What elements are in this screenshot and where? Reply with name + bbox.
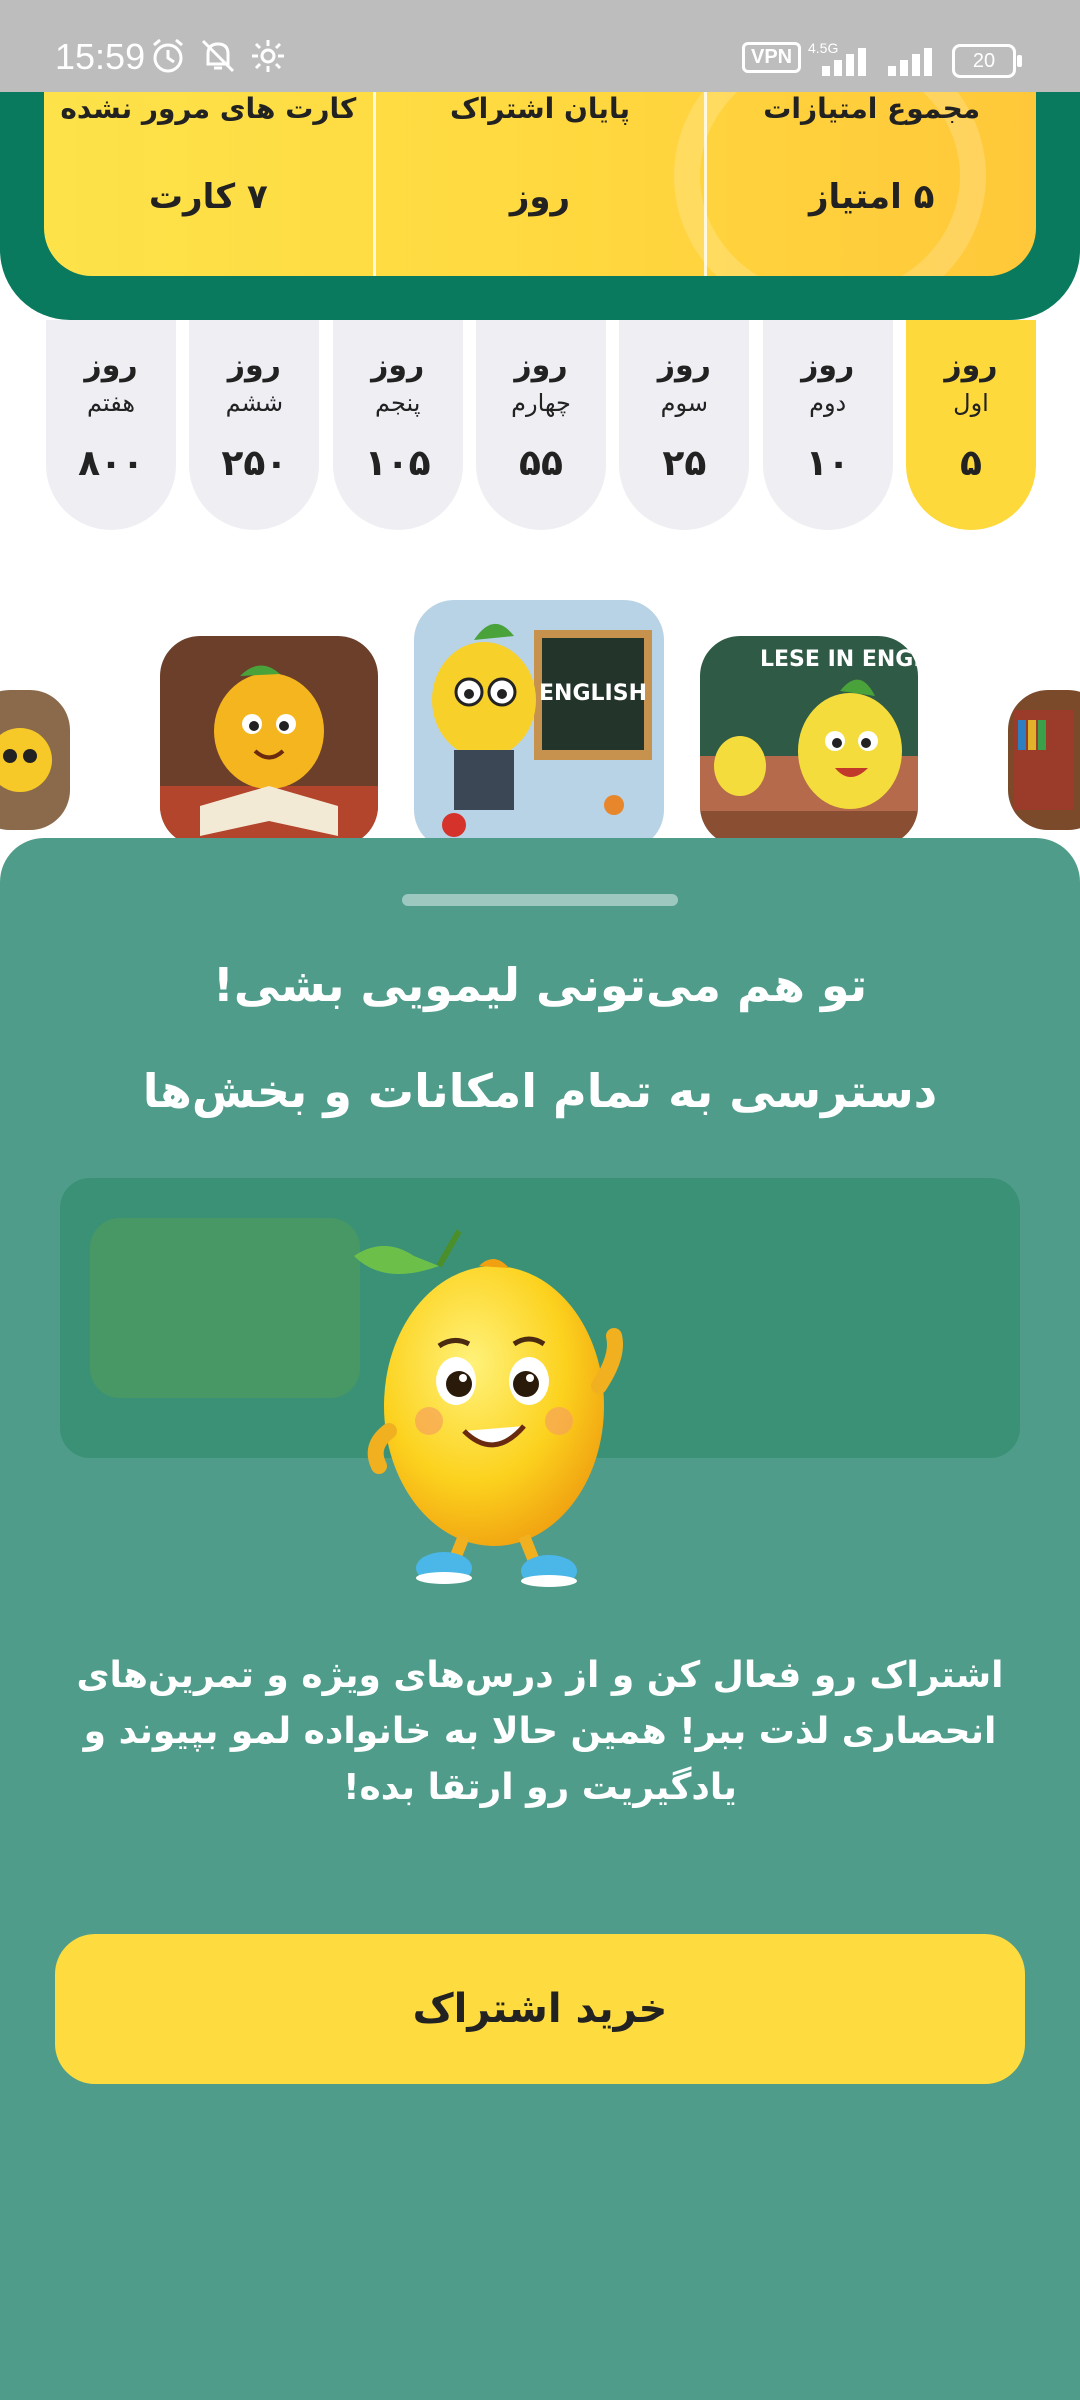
day-card-4[interactable]: روز چهارم ۵۵	[476, 320, 607, 530]
day-value: ۲۵	[662, 443, 707, 484]
status-bar: 15:59 VPN 4.5G 20	[0, 0, 1080, 92]
day-card-7[interactable]: روز هفتم ۸۰۰	[46, 320, 177, 530]
day-ordinal: دوم	[809, 389, 847, 417]
board-text: ENGLISH	[539, 681, 647, 706]
sheet-title: تو هم می‌تونی لیمویی بشی!	[212, 958, 868, 1012]
day-card-1[interactable]: روز اول ۵	[906, 320, 1036, 530]
buy-subscription-button[interactable]: خرید اشتراک	[55, 1934, 1025, 2084]
stat-label: کارت های مرور نشده	[60, 92, 357, 125]
day-ordinal: هفتم	[87, 389, 136, 417]
day-ordinal: اول	[953, 389, 989, 417]
lesson-thumb-english[interactable]: ENGLISH	[414, 600, 664, 850]
stat-total-points: مجموع امتیازات ۵ امتیاز	[707, 70, 1036, 276]
vpn-indicator: VPN	[742, 42, 802, 73]
day-word: روز	[227, 348, 281, 383]
stat-value: روز	[509, 177, 571, 217]
day-ordinal: ششم	[225, 389, 284, 417]
stat-label: مجموع امتیازات	[763, 92, 981, 125]
stat-value: ۵ امتیاز	[808, 177, 935, 217]
sheet-description: اشتراک رو فعال کن و از درس‌های ویژه و تم…	[76, 1655, 1004, 1808]
alarm-icon	[153, 38, 183, 73]
notifications-off-icon	[201, 39, 235, 73]
battery-icon: 20	[952, 44, 1022, 78]
signal-icon	[822, 48, 866, 76]
subscription-bottom-sheet: تو هم می‌تونی لیمویی بشی! دسترسی به تمام…	[0, 838, 1080, 2400]
day-word: روز	[801, 348, 855, 383]
lesson-thumb-classroom[interactable]: LESE IN ENGLISH	[700, 636, 918, 846]
day-ordinal: سوم	[660, 389, 709, 417]
day-card-3[interactable]: روز سوم ۲۵	[619, 320, 750, 530]
day-value: ۱۰۵	[364, 443, 431, 484]
lemon-mascot-icon	[354, 1229, 623, 1587]
board-text: LESE IN ENGLISH	[760, 647, 918, 672]
status-time: 15:59	[55, 36, 146, 77]
day-value: ۱۰	[805, 443, 850, 484]
day-value: ۲۵۰	[221, 443, 288, 484]
lemon-book-icon	[160, 636, 378, 846]
stat-unreviewed-cards: کارت های مرور نشده ۷ کارت	[44, 70, 376, 276]
lesson-thumb-far-left[interactable]	[0, 690, 70, 830]
lemon-reading-icon	[0, 690, 70, 830]
signal-icon-2	[888, 48, 932, 76]
day-card-5[interactable]: روز پنجم ۱۰۵	[332, 320, 463, 530]
blurred-background-accent	[90, 1218, 360, 1398]
day-card-2[interactable]: روز دوم ۱۰	[762, 320, 893, 530]
daily-rewards-row: روز اول ۵ روز دوم ۱۰ روز سوم ۲۵ روز چهار…	[46, 320, 1036, 530]
day-word: روز	[514, 348, 568, 383]
lemon-teacher-icon: ENGLISH	[414, 600, 664, 850]
lesson-carousel[interactable]: ENGLISH LESE IN ENGLISH	[0, 600, 1080, 850]
day-value: ۵	[960, 443, 982, 484]
stat-value: ۷ کارت	[148, 177, 268, 217]
sheet-subtitle: دسترسی به تمام امکانات و بخش‌ها	[142, 1064, 938, 1118]
day-value: ۸۰۰	[78, 443, 144, 484]
lemon-classroom-icon: LESE IN ENGLISH	[700, 636, 918, 846]
sheet-drag-handle[interactable]	[402, 894, 678, 906]
stat-label: پایان اشتراک	[450, 92, 630, 125]
day-card-6[interactable]: روز ششم ۲۵۰	[189, 320, 320, 530]
day-value: ۵۵	[519, 443, 563, 484]
day-word: روز	[371, 348, 425, 383]
stats-card: مجموع امتیازات ۵ امتیاز پایان اشتراک روز…	[44, 70, 1036, 276]
sync-icon	[252, 40, 284, 72]
day-word: روز	[84, 348, 138, 383]
lesson-thumb-reading[interactable]	[160, 636, 378, 846]
day-ordinal: چهارم	[511, 389, 571, 417]
lemon-library-icon	[1008, 690, 1080, 830]
day-word: روز	[944, 348, 998, 383]
day-ordinal: پنجم	[374, 389, 421, 417]
day-word: روز	[657, 348, 711, 383]
lesson-thumb-far-right[interactable]	[1008, 690, 1080, 830]
stat-subscription-end: پایان اشتراک روز	[376, 70, 708, 276]
